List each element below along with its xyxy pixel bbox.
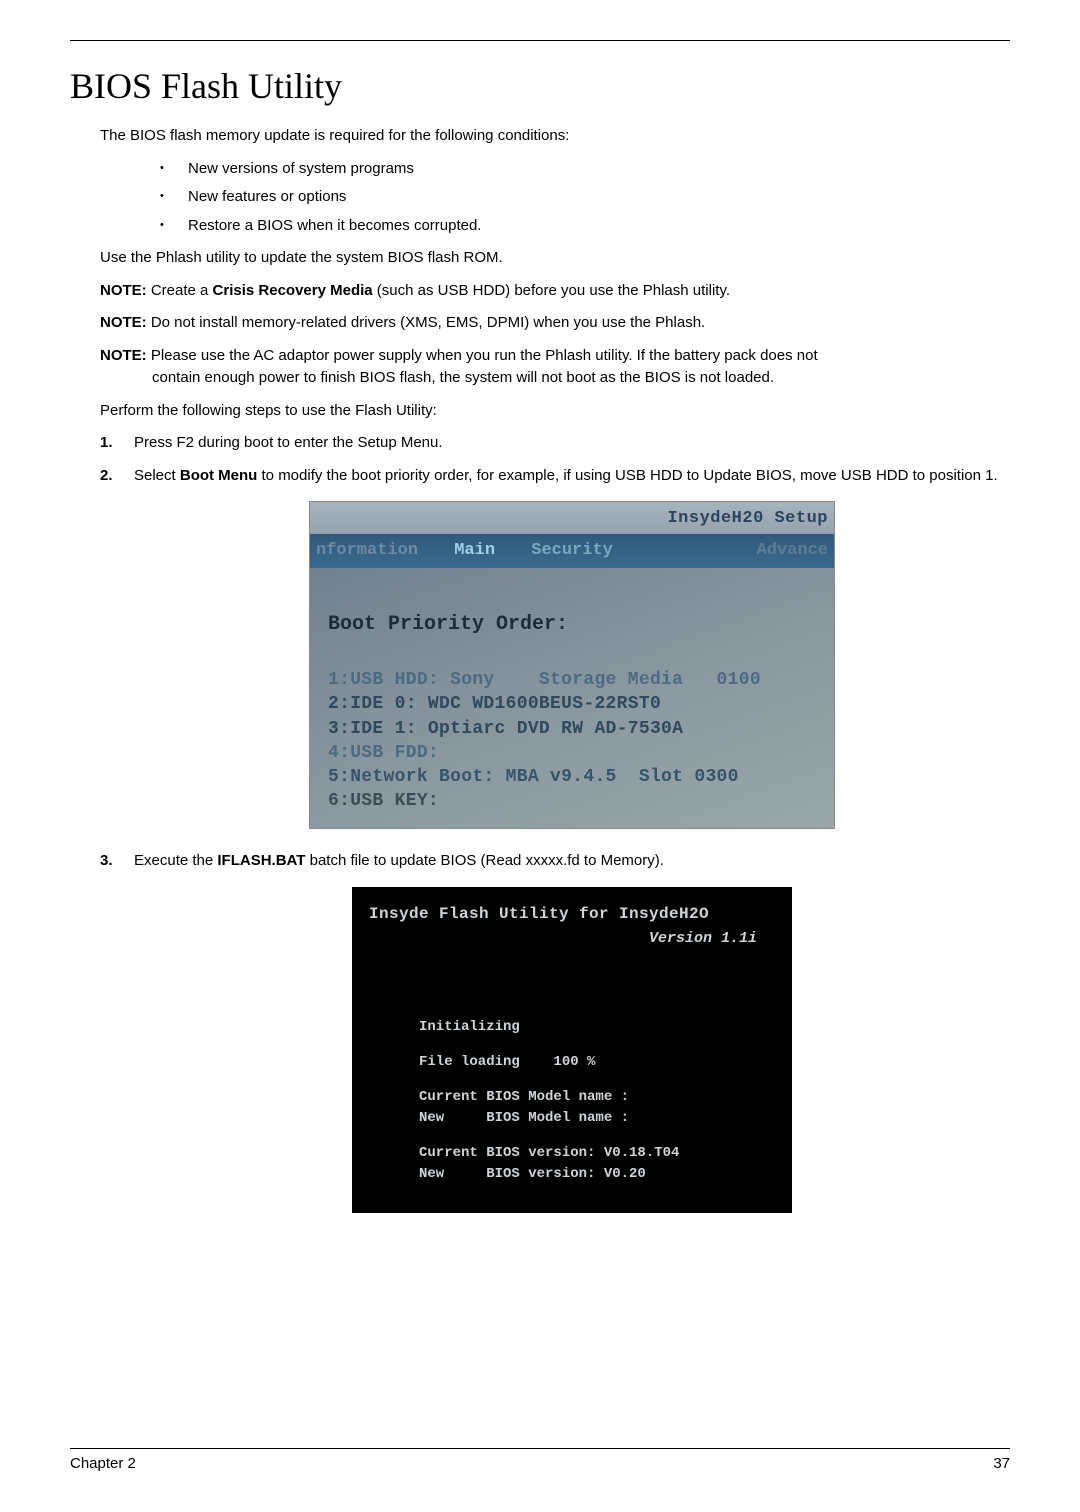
boot-entry: 4:USB FDD: bbox=[328, 741, 816, 765]
step-2: Select Boot Menu to modify the boot prio… bbox=[100, 465, 1010, 837]
boot-entry: 5:Network Boot: MBA v9.4.5 Slot 0300 bbox=[328, 765, 816, 789]
menu-security: Security bbox=[531, 541, 613, 560]
flash-line: Current BIOS Model name : bbox=[419, 1088, 775, 1107]
perform-line: Perform the following steps to use the F… bbox=[100, 400, 1010, 423]
flash-line: Current BIOS version: V0.18.T04 bbox=[419, 1144, 775, 1163]
intro-text: The BIOS flash memory update is required… bbox=[100, 125, 1010, 148]
menu-main: Main bbox=[454, 541, 495, 560]
menu-advanced: Advance bbox=[757, 538, 828, 564]
bios-brand: InsydeH20 Setup bbox=[310, 502, 834, 534]
flash-line: File loading 100 % bbox=[419, 1053, 775, 1072]
step-3: Execute the IFLASH.BAT batch file to upd… bbox=[100, 850, 1010, 1212]
body-content: The BIOS flash memory update is required… bbox=[100, 125, 1010, 1213]
note-1: NOTE: Create a Crisis Recovery Media (su… bbox=[100, 280, 1010, 303]
boot-entry: 1:USB HDD: Sony Storage Media 0100 bbox=[328, 668, 816, 692]
flash-version: Version 1.1i bbox=[369, 928, 775, 951]
boot-priority-heading: Boot Priority Order: bbox=[328, 610, 816, 640]
list-item: New features or options bbox=[160, 186, 1010, 209]
boot-entry: 2:IDE 0: WDC WD1600BEUS-22RST0 bbox=[328, 692, 816, 716]
flash-line: New BIOS Model name : bbox=[419, 1109, 775, 1128]
boot-entry: 3:IDE 1: Optiarc DVD RW AD-7530A bbox=[328, 717, 816, 741]
menu-information: nformation bbox=[316, 541, 418, 560]
boot-entry: 6:USB KEY: bbox=[328, 789, 816, 813]
flash-utility-screenshot: Insyde Flash Utility for InsydeH2O Versi… bbox=[352, 887, 792, 1213]
flash-line: Initializing bbox=[419, 1018, 775, 1037]
footer-chapter: Chapter 2 bbox=[70, 1455, 136, 1472]
top-rule bbox=[70, 40, 1010, 41]
footer-page-number: 37 bbox=[993, 1455, 1010, 1472]
list-item: Restore a BIOS when it becomes corrupted… bbox=[160, 215, 1010, 238]
use-line: Use the Phlash utility to update the sys… bbox=[100, 247, 1010, 270]
page-title: BIOS Flash Utility bbox=[70, 65, 1010, 107]
conditions-list: New versions of system programs New feat… bbox=[160, 158, 1010, 238]
bios-menubar: nformation Main Security Advance bbox=[310, 534, 834, 569]
note-2: NOTE: Do not install memory-related driv… bbox=[100, 312, 1010, 335]
figure-bios-setup: InsydeH20 Setup nformation Main Security… bbox=[134, 501, 1010, 836]
page-footer: Chapter 2 37 bbox=[70, 1448, 1010, 1472]
list-item: New versions of system programs bbox=[160, 158, 1010, 181]
step-1: Press F2 during boot to enter the Setup … bbox=[100, 432, 1010, 455]
bios-setup-screenshot: InsydeH20 Setup nformation Main Security… bbox=[309, 501, 835, 829]
figure-flash-utility: Insyde Flash Utility for InsydeH2O Versi… bbox=[134, 887, 1010, 1213]
note-3: NOTE: Please use the AC adaptor power su… bbox=[100, 345, 1010, 390]
flash-line: New BIOS version: V0.20 bbox=[419, 1165, 775, 1184]
flash-title: Insyde Flash Utility for InsydeH2O bbox=[369, 902, 775, 926]
steps-list: Press F2 during boot to enter the Setup … bbox=[100, 432, 1010, 1213]
